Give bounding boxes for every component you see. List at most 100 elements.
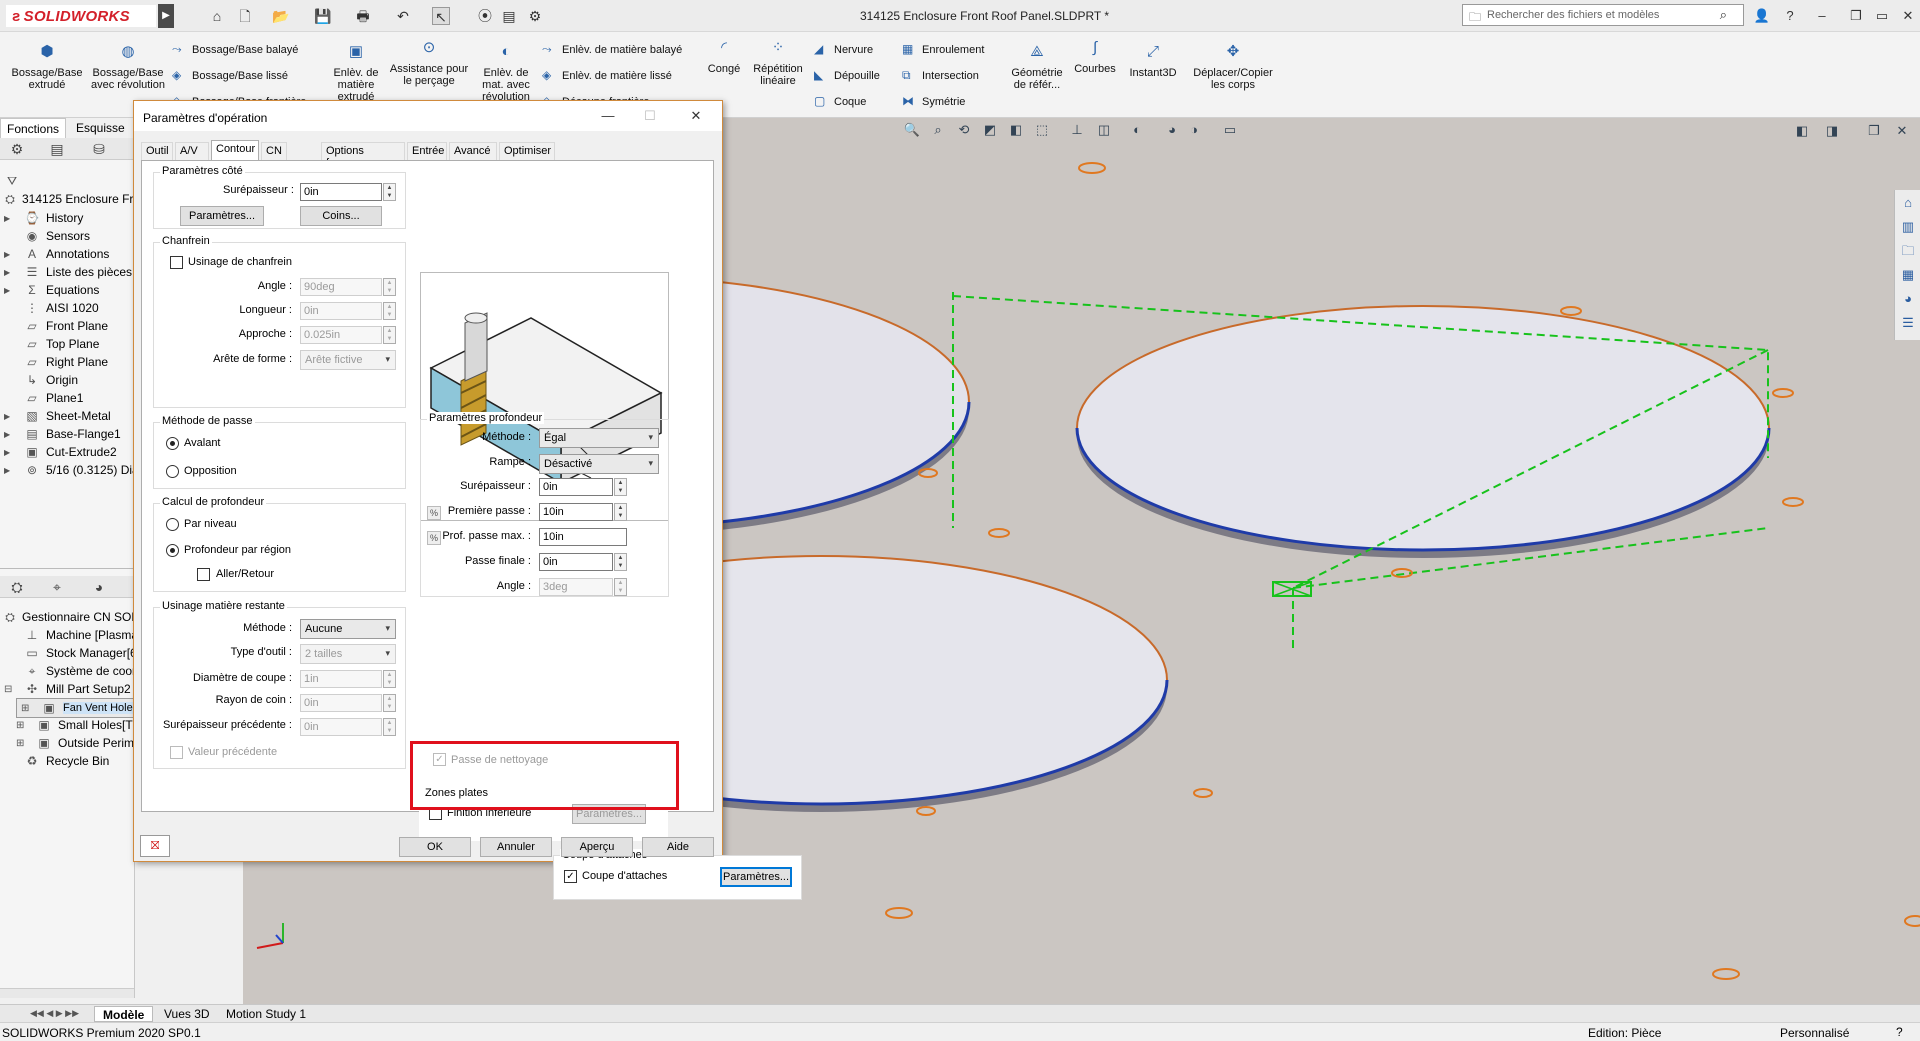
cam-tree-coordinate-system[interactable]: ⌖ Système de coorc (4, 662, 134, 680)
tab-scroll-arrows[interactable]: ◀◀ ◀ ▶ ▶▶ (30, 1008, 79, 1019)
fillet-button[interactable]: ◜ Congé (700, 40, 748, 75)
wrap-button[interactable]: ▦ Enroulement (902, 42, 984, 56)
file-properties-icon[interactable]: ▤ (500, 7, 518, 25)
window-tile-icon[interactable]: ▭ (1872, 6, 1892, 26)
tab-cut-checkbox[interactable]: ✓ (564, 870, 577, 883)
mirror-button[interactable]: ⧓ Symétrie (902, 94, 965, 108)
linear-pattern-button[interactable]: ⁘ Répétition linéaire (748, 40, 808, 87)
tab-contour[interactable]: Contour (211, 140, 259, 161)
cam-tree-root[interactable]: ⛭ Gestionnaire CN SOL (2, 608, 134, 626)
final-pass-input[interactable]: 0in (539, 553, 613, 571)
tree-item-cutlist[interactable]: ▶ ☰ Liste des pièces (4, 263, 132, 281)
tab-motion-study[interactable]: Motion Study 1 (218, 1006, 314, 1022)
swept-boss-button[interactable]: ⤳ Bossage/Base balayé (172, 42, 298, 57)
tree-item-origin[interactable]: ↳ Origin (4, 371, 78, 389)
search-icon[interactable]: ⌕ (1720, 7, 1727, 23)
filter-icon[interactable]: ⛛ (4, 172, 26, 190)
tab-cut-params-button[interactable]: Paramètres... (720, 867, 792, 887)
extruded-boss-button[interactable]: ⬢ Bossage/Base extrudé (8, 44, 86, 91)
instant3d-button[interactable]: ⤢ Instant3D (1124, 44, 1182, 79)
preview-button[interactable]: Aperçu (561, 837, 633, 857)
tab-av[interactable]: A/V (175, 142, 209, 160)
select-pointer-icon[interactable]: ↖ (432, 7, 450, 25)
user-icon[interactable]: 👤 (1752, 6, 1772, 26)
cam-tree-small-holes[interactable]: ⊞ ▣ Small Holes[T (16, 716, 133, 734)
tree-item-plane1[interactable]: ▱ Plane1 (4, 389, 83, 407)
tree-item-cut-extrude[interactable]: ▶ ▣ Cut-Extrude2 (4, 443, 117, 461)
ramp-select[interactable]: Désactivé ▾ (539, 454, 659, 474)
first-pass-spinner[interactable]: ▲ ▼ (614, 503, 627, 521)
by-level-radio[interactable] (166, 518, 179, 531)
revolved-cut-button[interactable]: ◐ Enlèv. de mat. avec révolution (474, 44, 538, 103)
tree-item-material[interactable]: ⋮ AISI 1020 (4, 299, 99, 317)
dialog-status-icon[interactable]: ⛝ (140, 835, 170, 857)
minimize-icon[interactable]: – (1812, 6, 1832, 26)
undo-icon[interactable]: ↶ (394, 7, 412, 25)
chamfer-checkbox[interactable] (170, 256, 183, 269)
tree-item-annotations[interactable]: ▶ A Annotations (4, 245, 109, 263)
design-library-icon[interactable]: ▥ (1899, 218, 1917, 236)
config-tab-icon[interactable]: ⛁ (86, 140, 112, 158)
tab-cn[interactable]: CN (261, 142, 287, 160)
close-icon[interactable]: ✕ (1898, 6, 1918, 26)
print-icon[interactable]: 🖶 (354, 7, 372, 25)
depth-allowance-spinner[interactable]: ▲ ▼ (614, 478, 627, 496)
revolved-boss-button[interactable]: ◍ Bossage/Base avec révolution (90, 44, 166, 91)
tab-optimiser[interactable]: Optimiser (499, 142, 555, 160)
tab-options-formes[interactable]: Options formes (321, 142, 405, 169)
cam-tree-fan-vent-hole[interactable]: ⊞ ▣ Fan Vent Hole (16, 698, 134, 718)
swept-cut-button[interactable]: ⤳ Enlèv. de matière balayé (542, 42, 682, 57)
tree-item-history[interactable]: ▶ ⌚ History (4, 209, 83, 227)
tree-item-top-plane[interactable]: ▱ Top Plane (4, 335, 99, 353)
property-tab-icon[interactable]: ▤ (44, 140, 70, 158)
save-icon[interactable]: 💾 (314, 7, 332, 25)
first-pass-input[interactable]: 10in (539, 503, 613, 521)
restore-icon[interactable]: ❐ (1846, 6, 1866, 26)
tree-item-equations[interactable]: ▶ Σ Equations (4, 281, 99, 299)
rest-method-select[interactable]: Aucune ▾ (300, 619, 396, 639)
cancel-button[interactable]: Annuler (480, 837, 552, 857)
climb-radio[interactable] (166, 437, 179, 450)
tab-entree[interactable]: Entrée (407, 142, 447, 160)
side-allowance-input[interactable]: 0in (300, 183, 382, 201)
hole-wizard-button[interactable]: ⊙ Assistance pour le perçage (386, 40, 472, 87)
resources-home-icon[interactable]: ⌂ (1899, 194, 1917, 212)
draft-button[interactable]: ◣ Dépouille (814, 68, 880, 82)
curves-button[interactable]: ∫ Courbes (1070, 40, 1120, 75)
back-and-forth-checkbox[interactable] (197, 568, 210, 581)
cam-tree-outside-perimeter[interactable]: ⊞ ▣ Outside Perim (16, 734, 134, 752)
cam-toolpath-tab-icon[interactable]: ◕ (86, 578, 112, 596)
traffic-light-icon[interactable]: ⦿ (476, 7, 494, 25)
dialog-minimize-icon[interactable]: — (594, 106, 622, 126)
shell-button[interactable]: ▢ Coque (814, 94, 866, 108)
side-params-button[interactable]: Paramètres... (180, 206, 264, 226)
side-allowance-spinner[interactable]: ▲ ▼ (383, 183, 396, 201)
tree-item-base-flange[interactable]: ▶ ▤ Base-Flange1 (4, 425, 121, 443)
cam-tree-recycle-bin[interactable]: ♻ Recycle Bin (4, 752, 110, 770)
move-copy-bodies-button[interactable]: ✥ Déplacer/Copier les corps (1188, 44, 1278, 91)
cam-feature-tab-icon[interactable]: ⛭ (4, 578, 30, 596)
tab-3d-views[interactable]: Vues 3D (156, 1006, 218, 1022)
tab-esquisse[interactable]: Esquisse (70, 118, 131, 138)
open-folder-icon[interactable]: 📂 (272, 7, 290, 25)
search-input[interactable]: 🗀 Rechercher des fichiers et modèles ⌕ (1462, 4, 1744, 26)
tab-avance[interactable]: Avancé (449, 142, 497, 160)
feature-tree-tab-icon[interactable]: ⚙ (4, 140, 30, 158)
tree-item-sheet-metal[interactable]: ▶ ▧ Sheet-Metal (4, 407, 111, 425)
depth-allowance-input[interactable]: 0in (539, 478, 613, 496)
dialog-close-icon[interactable]: ✕ (682, 106, 710, 126)
panel-splitter[interactable] (0, 568, 134, 576)
tree-item-front-plane[interactable]: ▱ Front Plane (4, 317, 108, 335)
appearances-icon[interactable]: ◕ (1899, 290, 1917, 308)
cam-tree-mill-setup[interactable]: ⊟ ✣ Mill Part Setup2 [ (4, 680, 134, 698)
cam-operation-tab-icon[interactable]: ⌖ (44, 578, 70, 596)
final-pass-spinner[interactable]: ▲ ▼ (614, 553, 627, 571)
tree-item-right-plane[interactable]: ▱ Right Plane (4, 353, 108, 371)
options-gear-icon[interactable]: ⚙ (526, 7, 544, 25)
tree-item-sensors[interactable]: ◉ Sensors (4, 227, 90, 245)
lofted-cut-button[interactable]: ◈ Enlèv. de matière lissé (542, 68, 672, 82)
depth-by-region-radio[interactable] (166, 544, 179, 557)
help-button[interactable]: Aide (642, 837, 714, 857)
extruded-cut-button[interactable]: ▣ Enlèv. de matière extrudé (326, 44, 386, 103)
lofted-boss-button[interactable]: ◈ Bossage/Base lissé (172, 68, 288, 82)
